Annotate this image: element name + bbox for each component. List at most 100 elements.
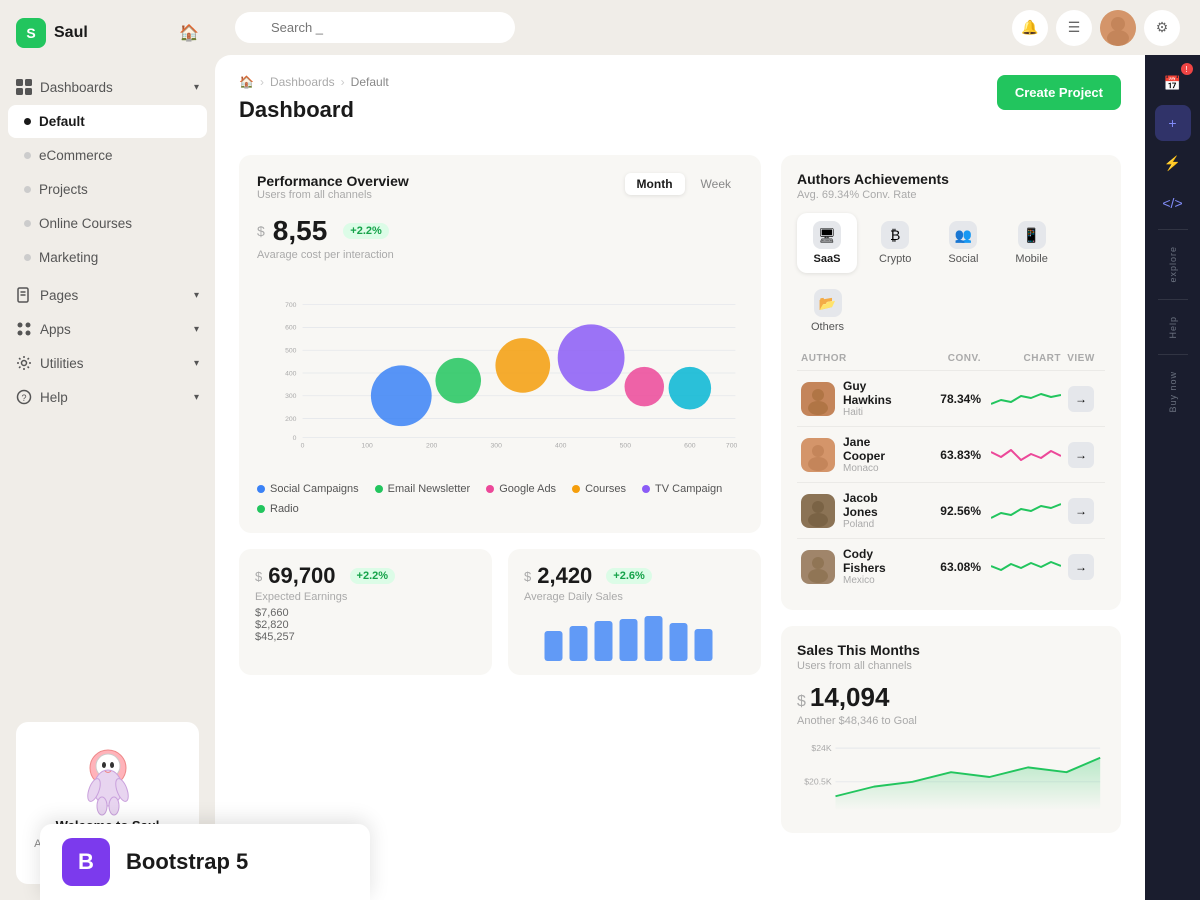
author-name-guy: Guy Hawkins	[843, 379, 911, 407]
author-name-cody: Cody Fishers	[843, 547, 911, 575]
sidebar-item-ecommerce[interactable]: eCommerce	[8, 139, 207, 172]
sales-title: Sales This Months	[797, 642, 1105, 658]
add-button[interactable]: +	[1155, 105, 1191, 141]
sales-label: Average Daily Sales	[524, 591, 745, 603]
sidebar-item-default[interactable]: Default	[8, 105, 207, 138]
header-author: AUTHOR	[801, 353, 911, 364]
svg-text:300: 300	[491, 442, 503, 449]
earnings-num-3: $45,257	[255, 631, 476, 643]
table-row: Cody Fishers Mexico 63.08% →	[797, 538, 1105, 594]
nav-item-utilities[interactable]: Utilities ▾	[0, 346, 215, 380]
legend-label-social: Social Campaigns	[270, 483, 359, 495]
nav-item-pages[interactable]: Pages ▾	[0, 278, 215, 312]
right-panel: 📅 ! + ⚡ </> explore Help Buy now	[1145, 55, 1200, 900]
legend-dot-radio	[257, 505, 265, 513]
mobile-icon: 📱	[1018, 221, 1046, 249]
view-button-cody[interactable]: →	[1068, 554, 1094, 580]
search-wrap: 🔍	[235, 12, 515, 43]
legend-dot-social	[257, 485, 265, 493]
avatar[interactable]	[1100, 10, 1136, 46]
conv-guy: 78.34%	[911, 392, 981, 406]
sales-badge: +2.6%	[606, 568, 652, 584]
avatar-guy-hawkins	[801, 382, 835, 416]
svg-text:700: 700	[726, 442, 738, 449]
legend-radio: Radio	[257, 503, 299, 515]
tab-mobile[interactable]: 📱 Mobile	[1001, 213, 1061, 273]
conv-jacob: 92.56%	[911, 504, 981, 518]
author-location-guy: Haiti	[843, 407, 911, 418]
grid-icon	[16, 79, 32, 95]
toggle-month-button[interactable]: Month	[625, 173, 685, 195]
metric-badge: +2.2%	[343, 223, 389, 239]
mobile-label: Mobile	[1015, 253, 1047, 265]
author-info-guy: Guy Hawkins Haiti	[843, 379, 911, 418]
tab-saas[interactable]: 🖥 SaaS	[797, 213, 857, 273]
dashboard-main: 🏠 › Dashboards › Default Dashboard Creat…	[215, 55, 1145, 900]
apps-icon	[16, 321, 32, 337]
sales-value: 2,420	[537, 563, 592, 589]
stats-row: $ 69,700 +2.2% Expected Earnings $7,660 …	[239, 549, 761, 675]
sidebar-item-online-courses[interactable]: Online Courses	[8, 207, 207, 240]
nav-item-dashboards[interactable]: Dashboards ▾	[0, 70, 215, 104]
nav-item-help[interactable]: ? Help ▾	[0, 380, 215, 414]
menu-button[interactable]: ☰	[1056, 10, 1092, 46]
lightning-button[interactable]: ⚡	[1155, 145, 1191, 181]
settings-button[interactable]: ⚙	[1144, 10, 1180, 46]
earnings-value: 69,700	[268, 563, 335, 589]
left-column: Performance Overview Users from all chan…	[239, 155, 761, 833]
conv-jane: 63.83%	[911, 448, 981, 462]
sidebar-item-marketing[interactable]: Marketing	[8, 241, 207, 274]
panel-divider-2	[1158, 299, 1188, 300]
performance-card: Performance Overview Users from all chan…	[239, 155, 761, 533]
help-chevron: ▾	[194, 392, 199, 403]
saas-icon: 🖥	[813, 221, 841, 249]
crypto-label: Crypto	[879, 253, 911, 265]
search-input[interactable]	[235, 12, 515, 43]
bubble-chart: 700 600 500 400 300 200 0 0 100 200	[257, 273, 743, 473]
buy-label: Buy now	[1168, 363, 1178, 421]
sales-dollar: $	[797, 693, 806, 711]
dashboard-columns: Performance Overview Users from all chan…	[239, 155, 1121, 833]
tab-social[interactable]: 👥 Social	[933, 213, 993, 273]
astronaut-illustration	[32, 738, 183, 818]
legend-dot-tv	[642, 485, 650, 493]
view-button-guy[interactable]: →	[1068, 386, 1094, 412]
y-label-205k: $20.5K	[804, 777, 832, 787]
earnings-dollar: $	[255, 569, 262, 584]
topbar: 🔍 🔔 ☰ ⚙	[215, 0, 1200, 55]
ecommerce-label: eCommerce	[39, 148, 113, 163]
utilities-label: Utilities	[40, 356, 84, 371]
dot-icon	[24, 186, 31, 193]
view-button-jane[interactable]: →	[1068, 442, 1094, 468]
tab-crypto[interactable]: ₿ Crypto	[865, 213, 925, 273]
content-area: 🏠 › Dashboards › Default Dashboard Creat…	[215, 55, 1200, 900]
toggle-week-button[interactable]: Week	[689, 173, 743, 195]
legend-label-email: Email Newsletter	[388, 483, 471, 495]
svg-text:500: 500	[285, 347, 297, 354]
notifications-button[interactable]: 🔔	[1012, 10, 1048, 46]
tab-others[interactable]: 📂 Others	[797, 281, 858, 341]
sales-bar-chart	[524, 611, 745, 661]
help-icon: ?	[16, 389, 32, 405]
svg-text:0: 0	[301, 442, 305, 449]
authors-title: Authors Achievements	[797, 171, 1105, 187]
author-name-jacob: Jacob Jones	[843, 491, 911, 519]
breadcrumb-current: Default	[351, 75, 389, 89]
sidebar: S Saul 🏠 Dashboards ▾ Default eCommerce …	[0, 0, 215, 900]
sales-sub: Users from all channels	[797, 660, 1105, 672]
code-button[interactable]: </>	[1155, 185, 1191, 221]
create-project-button[interactable]: Create Project	[997, 75, 1121, 110]
dot-icon	[24, 220, 31, 227]
legend-dot-google	[486, 485, 494, 493]
pages-chevron: ▾	[194, 290, 199, 301]
view-cody: →	[1061, 554, 1101, 580]
author-location-jane: Monaco	[843, 463, 911, 474]
breadcrumb-dashboards[interactable]: Dashboards	[270, 75, 335, 89]
online-courses-label: Online Courses	[39, 216, 132, 231]
sidebar-item-projects[interactable]: Projects	[8, 173, 207, 206]
perf-sub: Users from all channels	[257, 189, 409, 201]
brand-emoji: 🏠	[179, 23, 199, 43]
svg-text:600: 600	[285, 325, 297, 332]
view-button-jacob[interactable]: →	[1068, 498, 1094, 524]
nav-item-apps[interactable]: Apps ▾	[0, 312, 215, 346]
